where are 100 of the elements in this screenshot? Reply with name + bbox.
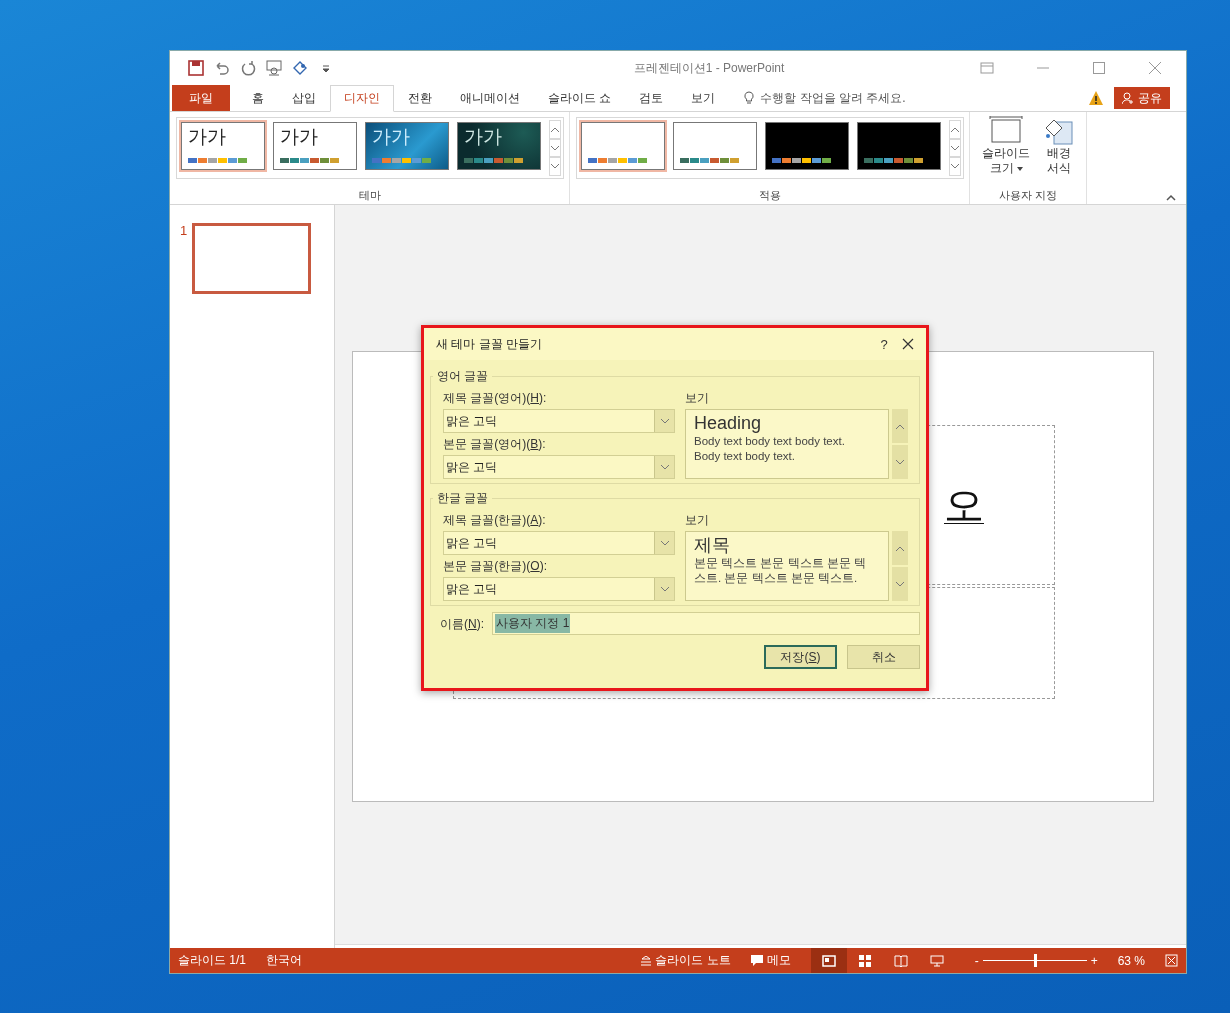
close-icon[interactable] (902, 338, 914, 350)
theme-sample-text: 가가 (280, 126, 319, 148)
preview-label: 보기 (685, 390, 710, 407)
slide-size-button[interactable]: 슬라이드 크기 (978, 114, 1034, 186)
zoom-in-button[interactable]: + (1090, 953, 1098, 968)
person-icon (1122, 92, 1134, 104)
help-button[interactable]: ? (866, 335, 902, 353)
preview-body-text: Body text body text body text. Body text body text. (694, 434, 846, 464)
scroll-up-button[interactable] (949, 120, 961, 139)
view-button[interactable] (810, 948, 847, 973)
slide-thumbnail[interactable] (192, 223, 312, 294)
color-swatches-icon (372, 158, 432, 163)
group-label: 테마 (358, 188, 382, 203)
warning-icon[interactable] (1088, 90, 1104, 106)
zoom-slider-thumb[interactable] (1033, 954, 1037, 967)
chevron-up-icon (551, 126, 559, 132)
save-icon[interactable] (188, 60, 204, 76)
chevron-up-icon (951, 126, 959, 132)
undo-icon[interactable] (214, 60, 230, 76)
language-indicator[interactable]: 한국어 (266, 952, 302, 969)
name-field[interactable]: 사용자 지정 1 (492, 612, 920, 635)
color-swatches-icon (864, 158, 924, 163)
normal-view-icon (821, 954, 836, 967)
notes-button[interactable]: 슬라이드 노트 (641, 952, 731, 969)
maximize-icon[interactable] (1092, 61, 1106, 75)
comments-button[interactable]: 메모 (750, 952, 791, 969)
zoom-out-button[interactable]: - (974, 953, 979, 968)
more-button[interactable] (949, 157, 961, 176)
theme-sample-text: 가가 (464, 126, 503, 148)
button-label: 서식 (1047, 161, 1071, 176)
font-dropdown[interactable]: 맑은 고딕 (443, 409, 675, 433)
color-swatches-icon (188, 158, 248, 163)
button-label: 배경 (1047, 146, 1071, 161)
book-icon (893, 954, 908, 967)
field-label: 제목 글꼴(영어)(H): (443, 390, 548, 407)
chevron-down-icon (896, 581, 904, 587)
preview-label: 보기 (685, 512, 710, 529)
color-swatches-icon (680, 158, 740, 163)
slide-number: 1 (180, 223, 188, 238)
more-button[interactable] (549, 157, 561, 176)
chevron-down-icon (660, 464, 669, 470)
slideshow-icon[interactable] (266, 60, 282, 76)
preview-heading: 제목 (694, 534, 731, 556)
file-tab[interactable]: 파일 (172, 85, 230, 111)
group-title: 한글 글꼴 (436, 490, 490, 507)
lightbulb-icon (743, 91, 756, 105)
zoom-level[interactable]: 63 % (1117, 953, 1145, 968)
ribbon-tab[interactable]: 디자인 (330, 85, 394, 112)
touch-mode-icon[interactable] (292, 60, 308, 76)
variant-thumbnail[interactable] (579, 120, 667, 172)
field-label: 본문 글꼴(한글)(O): (443, 558, 548, 575)
field-label: 이름(N): (440, 615, 484, 633)
chevron-down-icon (951, 145, 959, 151)
comment-icon (750, 955, 763, 966)
color-swatches-icon (280, 158, 340, 163)
group-label: 적용 (758, 188, 782, 203)
theme-thumbnail[interactable]: 가가 (455, 120, 543, 172)
button-label: 슬라이드 (982, 146, 1030, 161)
projector-screen-icon (929, 954, 944, 967)
chevron-down-icon (951, 164, 959, 170)
font-dropdown[interactable]: 맑은 고딕 (443, 531, 675, 555)
window-title: 프레젠테이션1 - PowerPoint (632, 59, 786, 77)
group-label: 사용자 지정 (997, 188, 1059, 203)
variant-thumbnail[interactable] (671, 120, 759, 172)
field-label: 본문 글꼴(영어)(B): (443, 436, 547, 453)
slide-title: 오 (944, 481, 984, 529)
group-title: 영어 글꼴 (436, 368, 490, 385)
variant-thumbnail[interactable] (855, 120, 943, 172)
preview-body-text: 본문 텍스트 본문 텍스트 본문 텍스트. 본문 텍스트 본문 텍스트. (694, 556, 867, 586)
fit-to-window-icon[interactable] (1165, 954, 1178, 967)
theme-thumbnail[interactable]: 가가 (363, 120, 451, 172)
notes-icon (641, 955, 652, 966)
preview-heading: Heading (694, 412, 763, 434)
cancel-button[interactable]: 취소 (847, 645, 920, 669)
share-button[interactable]: 공유 (1114, 87, 1170, 109)
scroll-up-button[interactable] (549, 120, 561, 139)
format-background-button[interactable]: 배경 서식 (1040, 114, 1078, 186)
chevron-down-icon (660, 586, 669, 592)
chevron-down-icon (551, 145, 559, 151)
font-dropdown[interactable]: 맑은 고딕 (443, 577, 675, 601)
theme-sample-text: 가가 (188, 126, 227, 148)
chevron-up-icon (896, 545, 904, 551)
theme-thumbnail[interactable]: 가가 (271, 120, 359, 172)
collapse-ribbon-icon[interactable] (1166, 193, 1176, 201)
tell-me-field[interactable]: 수행할 작업을 알려 주세요. (760, 89, 906, 107)
chevron-down-icon (660, 418, 669, 424)
dialog-title: 새 테마 글꼴 만들기 (436, 335, 543, 353)
font-dropdown[interactable]: 맑은 고딕 (443, 455, 675, 479)
redo-icon[interactable] (240, 60, 256, 76)
grid-view-icon (857, 954, 872, 967)
slide-counter: 슬라이드 1/1 (178, 952, 246, 969)
variant-thumbnail[interactable] (763, 120, 851, 172)
theme-thumbnail[interactable]: 가가 (179, 120, 267, 172)
color-swatches-icon (772, 158, 832, 163)
chevron-down-icon (896, 459, 904, 465)
color-swatches-icon (588, 158, 648, 163)
chevron-down-icon (551, 164, 559, 170)
theme-sample-text: 가가 (372, 126, 411, 148)
save-button[interactable]: 저장(S) (764, 645, 837, 669)
field-label: 제목 글꼴(한글)(A): (443, 512, 547, 529)
